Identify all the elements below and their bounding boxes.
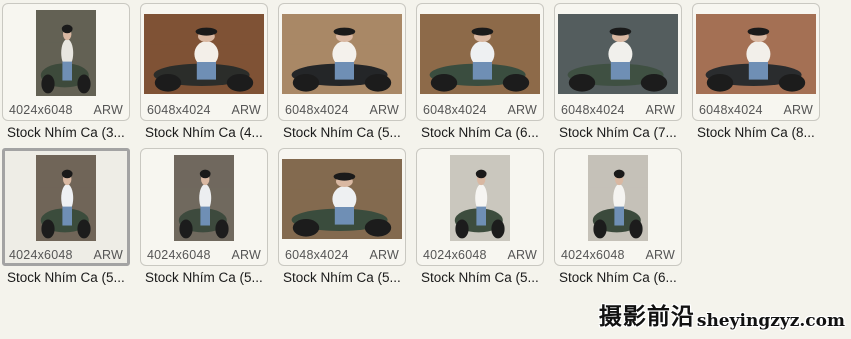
photo-preview-image bbox=[36, 10, 96, 96]
file-name[interactable]: Stock Nhím Ca (5... bbox=[421, 270, 547, 285]
file-name[interactable]: Stock Nhím Ca (6... bbox=[559, 270, 685, 285]
watermark: 摄影前沿 sheyingzyz.com bbox=[599, 301, 845, 331]
file-item[interactable]: 6048x4024 ARW Stock Nhím Ca (4... bbox=[140, 3, 270, 148]
file-type: ARW bbox=[231, 103, 261, 117]
image-dimensions: 4024x6048 bbox=[9, 248, 73, 262]
file-thumbnail[interactable]: 6048x4024 ARW bbox=[692, 3, 820, 121]
file-item[interactable]: 6048x4024 ARW Stock Nhím Ca (6... bbox=[416, 3, 546, 148]
watermark-cn: 摄影前沿 bbox=[598, 303, 695, 330]
file-type: ARW bbox=[369, 248, 399, 262]
file-thumbnail[interactable]: 6048x4024 ARW bbox=[554, 3, 682, 121]
file-meta: 6048x4024 ARW bbox=[699, 103, 813, 117]
file-type: ARW bbox=[507, 103, 537, 117]
file-thumbnail[interactable]: 6048x4024 ARW bbox=[278, 148, 406, 266]
file-type: ARW bbox=[645, 103, 675, 117]
file-thumbnail[interactable]: 4024x6048 ARW bbox=[140, 148, 268, 266]
image-dimensions: 6048x4024 bbox=[423, 103, 487, 117]
image-dimensions: 4024x6048 bbox=[147, 248, 211, 262]
file-meta: 4024x6048 ARW bbox=[9, 248, 123, 262]
photo-preview-image bbox=[558, 14, 678, 94]
photo-preview-image bbox=[282, 159, 402, 239]
file-name[interactable]: Stock Nhím Ca (4... bbox=[145, 125, 271, 140]
file-meta: 6048x4024 ARW bbox=[285, 103, 399, 117]
image-dimensions: 4024x6048 bbox=[9, 103, 73, 117]
photo-preview-image bbox=[420, 14, 540, 94]
file-type: ARW bbox=[93, 248, 123, 262]
file-name[interactable]: Stock Nhím Ca (7... bbox=[559, 125, 685, 140]
photo-preview-image bbox=[144, 14, 264, 94]
file-name[interactable]: Stock Nhím Ca (5... bbox=[283, 270, 409, 285]
file-name[interactable]: Stock Nhím Ca (3... bbox=[7, 125, 133, 140]
file-thumbnail[interactable]: 4024x6048 ARW bbox=[2, 3, 130, 121]
image-dimensions: 4024x6048 bbox=[561, 248, 625, 262]
file-item[interactable]: 4024x6048 ARW Stock Nhím Ca (5... bbox=[140, 148, 270, 293]
file-thumbnail[interactable]: 6048x4024 ARW bbox=[416, 3, 544, 121]
photo-preview-image bbox=[696, 14, 816, 94]
file-type: ARW bbox=[369, 103, 399, 117]
file-item[interactable]: 6048x4024 ARW Stock Nhím Ca (7... bbox=[554, 3, 684, 148]
file-meta: 4024x6048 ARW bbox=[423, 248, 537, 262]
watermark-en: sheyingzyz.com bbox=[696, 311, 845, 331]
file-type: ARW bbox=[645, 248, 675, 262]
photo-preview-image bbox=[282, 14, 402, 94]
image-dimensions: 6048x4024 bbox=[699, 103, 763, 117]
photo-preview-image bbox=[450, 155, 510, 241]
file-meta: 4024x6048 ARW bbox=[561, 248, 675, 262]
file-name[interactable]: Stock Nhím Ca (5... bbox=[145, 270, 271, 285]
file-item[interactable]: 4024x6048 ARW Stock Nhím Ca (6... bbox=[554, 148, 684, 293]
file-thumbnail[interactable]: 6048x4024 ARW bbox=[140, 3, 268, 121]
file-meta: 6048x4024 ARW bbox=[147, 103, 261, 117]
file-meta: 4024x6048 ARW bbox=[147, 248, 261, 262]
file-item[interactable]: 6048x4024 ARW Stock Nhím Ca (8... bbox=[692, 3, 822, 148]
file-thumbnail[interactable]: 4024x6048 ARW bbox=[416, 148, 544, 266]
file-name[interactable]: Stock Nhím Ca (6... bbox=[421, 125, 547, 140]
file-item[interactable]: 6048x4024 ARW Stock Nhím Ca (5... bbox=[278, 3, 408, 148]
file-item[interactable]: 4024x6048 ARW Stock Nhím Ca (5... bbox=[416, 148, 546, 293]
file-item[interactable]: 4024x6048 ARW Stock Nhím Ca (3... bbox=[2, 3, 132, 148]
file-item[interactable]: 4024x6048 ARW Stock Nhím Ca (5... bbox=[2, 148, 132, 293]
file-type: ARW bbox=[507, 248, 537, 262]
image-dimensions: 6048x4024 bbox=[285, 248, 349, 262]
file-name[interactable]: Stock Nhím Ca (5... bbox=[283, 125, 409, 140]
file-thumbnail[interactable]: 6048x4024 ARW bbox=[278, 3, 406, 121]
file-name[interactable]: Stock Nhím Ca (8... bbox=[697, 125, 823, 140]
file-type: ARW bbox=[783, 103, 813, 117]
photo-preview-image bbox=[174, 155, 234, 241]
photo-preview-image bbox=[588, 155, 648, 241]
file-item[interactable]: 6048x4024 ARW Stock Nhím Ca (5... bbox=[278, 148, 408, 293]
file-meta: 6048x4024 ARW bbox=[423, 103, 537, 117]
file-name[interactable]: Stock Nhím Ca (5... bbox=[7, 270, 133, 285]
photo-preview-image bbox=[36, 155, 96, 241]
file-meta: 6048x4024 ARW bbox=[285, 248, 399, 262]
file-meta: 4024x6048 ARW bbox=[9, 103, 123, 117]
image-dimensions: 6048x4024 bbox=[147, 103, 211, 117]
image-dimensions: 4024x6048 bbox=[423, 248, 487, 262]
image-dimensions: 6048x4024 bbox=[561, 103, 625, 117]
file-type: ARW bbox=[231, 248, 261, 262]
file-grid: 4024x6048 ARW Stock Nhím Ca (3... 6048x4024… bbox=[2, 3, 822, 293]
file-meta: 6048x4024 ARW bbox=[561, 103, 675, 117]
file-thumbnail[interactable]: 4024x6048 ARW bbox=[554, 148, 682, 266]
file-thumbnail-selected[interactable]: 4024x6048 ARW bbox=[2, 148, 130, 266]
file-type: ARW bbox=[93, 103, 123, 117]
image-dimensions: 6048x4024 bbox=[285, 103, 349, 117]
